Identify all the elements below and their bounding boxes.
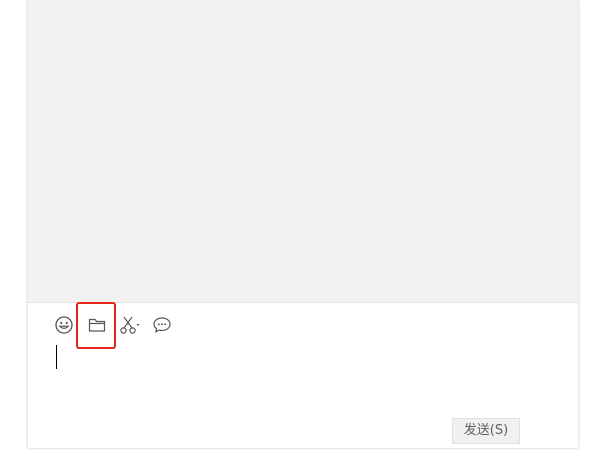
emoji-button[interactable] [51, 312, 77, 338]
emoji-icon [55, 316, 73, 334]
scissors-icon [120, 316, 140, 334]
message-input[interactable] [28, 340, 578, 410]
screenshot-button[interactable] [117, 312, 143, 338]
folder-icon [88, 318, 106, 332]
text-caret [56, 345, 57, 369]
chat-window [28, 0, 578, 448]
send-file-button[interactable] [84, 312, 110, 338]
send-button[interactable]: 发送(S) [452, 418, 520, 444]
chat-bubble-icon [153, 317, 171, 333]
message-history-area[interactable] [28, 0, 578, 303]
chat-history-button[interactable] [149, 312, 175, 338]
